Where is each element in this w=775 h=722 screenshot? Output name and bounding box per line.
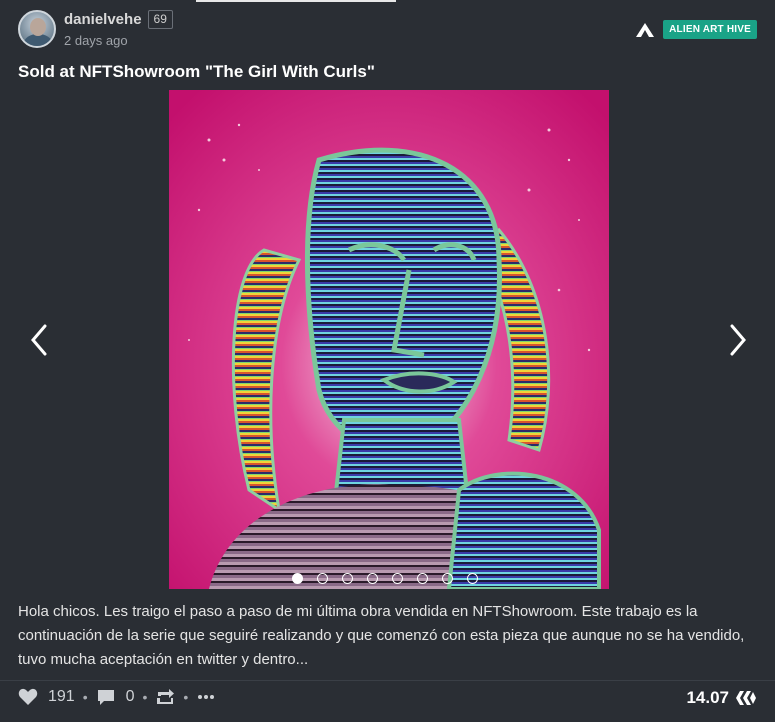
vote-count[interactable]: 191: [48, 688, 75, 706]
reputation-badge: 69: [147, 10, 173, 29]
separator-dot: •: [183, 689, 189, 705]
avatar[interactable]: [18, 10, 56, 48]
more-icon[interactable]: [196, 688, 216, 706]
separator-dot: •: [82, 689, 88, 705]
artwork-image: [169, 90, 609, 589]
top-divider: [196, 0, 396, 2]
payout[interactable]: 14.07: [686, 688, 757, 708]
reblog-icon[interactable]: [155, 688, 175, 706]
carousel-dot[interactable]: [292, 573, 303, 584]
carousel-dot[interactable]: [392, 573, 403, 584]
post-title[interactable]: Sold at NFTShowroom "The Girl With Curls…: [18, 62, 375, 82]
carousel-dot[interactable]: [467, 573, 478, 584]
post-header: danielvehe 69 2 days ago: [18, 10, 173, 48]
post-footer: 191 • 0 • •: [18, 688, 216, 706]
community-logo-icon: [636, 22, 655, 37]
community-badge[interactable]: ALIEN ART HIVE: [663, 20, 757, 39]
payout-value[interactable]: 14.07: [686, 688, 729, 708]
carousel-dot[interactable]: [317, 573, 328, 584]
community-tag[interactable]: ALIEN ART HIVE: [635, 20, 757, 39]
author-row: danielvehe 69: [64, 10, 173, 29]
footer-divider: [0, 680, 775, 681]
chevron-left-icon: [31, 324, 47, 356]
carousel-dot[interactable]: [417, 573, 428, 584]
carousel-dot[interactable]: [367, 573, 378, 584]
carousel-dot[interactable]: [342, 573, 353, 584]
carousel-image[interactable]: [169, 90, 609, 589]
chevron-right-icon: [730, 324, 746, 356]
heart-icon[interactable]: [18, 688, 38, 706]
author-block: danielvehe 69 2 days ago: [64, 10, 173, 48]
carousel-prev-button[interactable]: [25, 320, 55, 360]
author-name[interactable]: danielvehe: [64, 11, 142, 28]
post-body[interactable]: Hola chicos. Les traigo el paso a paso d…: [18, 600, 748, 672]
post-time[interactable]: 2 days ago: [64, 33, 173, 48]
carousel-dots: [292, 573, 478, 584]
comment-icon[interactable]: [96, 688, 116, 706]
separator-dot: •: [142, 689, 148, 705]
carousel-next-button[interactable]: [722, 320, 752, 360]
hive-icon: [736, 691, 756, 705]
comment-count[interactable]: 0: [126, 688, 135, 706]
carousel-dot[interactable]: [442, 573, 453, 584]
